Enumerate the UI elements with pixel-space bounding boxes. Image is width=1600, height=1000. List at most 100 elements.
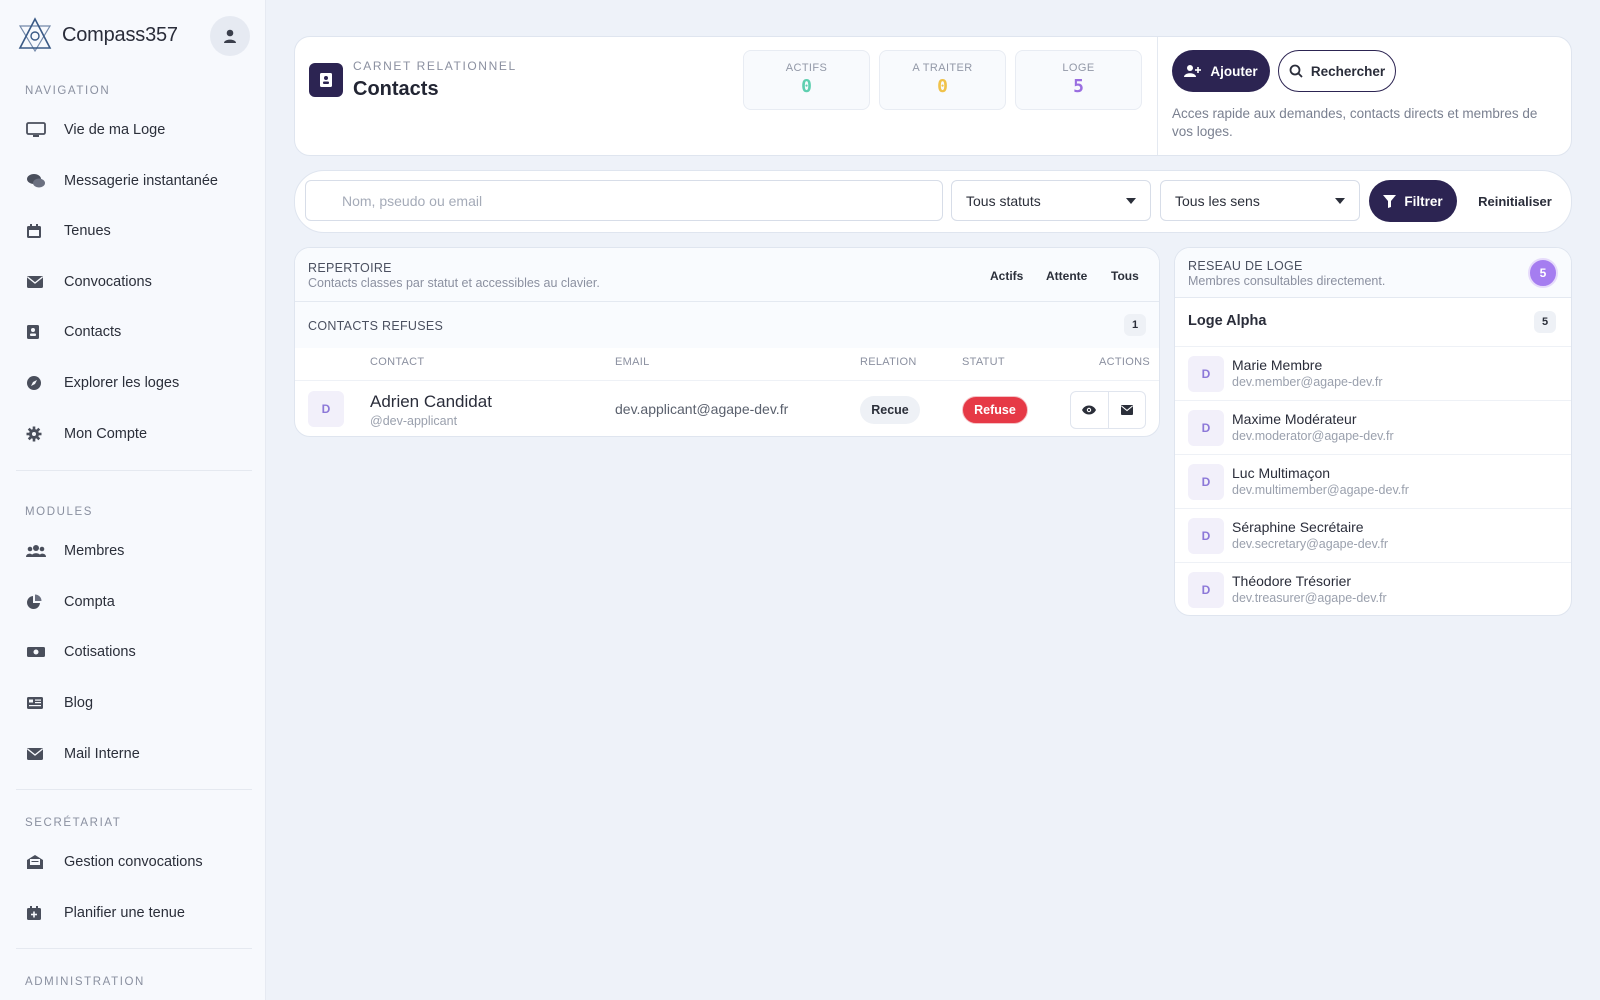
tab-attente[interactable]: Attente [1046, 269, 1087, 283]
direction-select[interactable]: Tous les sens [1160, 180, 1360, 221]
view-button[interactable] [1071, 392, 1108, 428]
address-book-icon [22, 321, 52, 343]
nav-item-explorer-loges[interactable]: Explorer les loges [22, 366, 248, 400]
stat-a-traiter: A TRAITER 0 [879, 50, 1006, 110]
lodge-header: Loge Alpha 5 [1175, 298, 1571, 346]
header-description: Acces rapide aux demandes, contacts dire… [1172, 106, 1538, 139]
filter-button[interactable]: Filtrer [1369, 180, 1457, 222]
header-actions: Ajouter Rechercher Acces rapide aux dema… [1157, 37, 1571, 155]
table-row: D Adrien Candidat @dev-applicant dev.app… [295, 380, 1159, 436]
member-email: dev.secretary@agape-dev.fr [1232, 537, 1389, 551]
member-name: Séraphine Secrétaire [1232, 519, 1364, 535]
tab-tous[interactable]: Tous [1111, 269, 1139, 283]
list-item[interactable]: D Marie Membre dev.member@agape-dev.fr [1175, 346, 1571, 400]
nav-label: Mon Compte [64, 426, 148, 442]
nav-item-mon-compte[interactable]: Mon Compte [22, 417, 248, 451]
compass-logo-icon [16, 16, 54, 54]
gear-icon [22, 423, 52, 445]
nav-label: Gestion convocations [64, 854, 203, 870]
nav-item-tenues[interactable]: Tenues [22, 214, 248, 248]
member-name: Théodore Trésorier [1232, 573, 1352, 589]
contact-name: Adrien Candidat [370, 392, 492, 411]
reseau-title: RESEAU DE LOGE [1188, 259, 1303, 273]
envelope-icon [22, 743, 52, 765]
nav-item-planifier-tenue[interactable]: Planifier une tenue [22, 896, 248, 930]
repertoire-card: REPERTOIRE Contacts classes par statut e… [294, 247, 1160, 437]
nav-item-convocations[interactable]: Convocations [22, 265, 248, 299]
list-item[interactable]: D Luc Multimaçon dev.multimember@agape-d… [1175, 454, 1571, 508]
calendar-icon [22, 220, 52, 242]
contact-email: dev.applicant@agape-dev.fr [615, 401, 789, 417]
add-contact-button[interactable]: Ajouter [1172, 50, 1270, 92]
search-input[interactable] [305, 180, 943, 221]
calendar-plus-icon [22, 902, 52, 924]
reseau-subtitle: Membres consultables directement. [1188, 274, 1386, 288]
nav-item-gestion-convocations[interactable]: Gestion convocations [22, 845, 248, 879]
nav-item-mail-interne[interactable]: Mail Interne [22, 737, 248, 771]
stat-label: ACTIFS [785, 62, 828, 74]
filter-button-label: Filtrer [1404, 193, 1443, 209]
list-item[interactable]: D Théodore Trésorier dev.treasurer@agape… [1175, 562, 1571, 615]
nav-label: Contacts [64, 324, 122, 340]
avatar: D [1188, 518, 1224, 554]
lodge-name: Loge Alpha [1188, 313, 1267, 329]
nav-item-cotisations[interactable]: Cotisations [22, 635, 248, 669]
avatar: D [308, 391, 344, 427]
caret-down-icon [1126, 198, 1136, 204]
nav-label: Vie de ma Loge [64, 122, 166, 138]
list-item[interactable]: D Maxime Modérateur dev.moderator@agape-… [1175, 400, 1571, 454]
profile-button[interactable] [210, 16, 250, 56]
message-button[interactable] [1107, 392, 1145, 428]
header-left: CARNET RELATIONNEL Contacts ACTIFS 0 A T… [295, 37, 1157, 155]
tab-actifs[interactable]: Actifs [990, 269, 1023, 283]
row-actions [1070, 391, 1146, 429]
member-name: Maxime Modérateur [1232, 411, 1357, 427]
envelope-icon [1120, 405, 1133, 415]
nav-label: Blog [64, 695, 94, 711]
repertoire-title: REPERTOIRE [308, 261, 392, 275]
nav-item-vie-de-ma-loge[interactable]: Vie de ma Loge [22, 113, 248, 147]
nav-item-membres[interactable]: Membres [22, 534, 248, 568]
column-header-statut: STATUT [962, 356, 1005, 368]
stat-value: 5 [1073, 76, 1084, 97]
stat-value: 0 [801, 76, 812, 97]
nav-item-contacts[interactable]: Contacts [22, 315, 248, 349]
chat-icon [22, 170, 52, 192]
address-book-icon [309, 63, 343, 97]
caret-down-icon [1335, 198, 1345, 204]
compass-icon [22, 372, 52, 394]
search-contact-button[interactable]: Rechercher [1278, 50, 1396, 92]
avatar: D [1188, 572, 1224, 608]
divider [16, 789, 252, 790]
reseau-card: RESEAU DE LOGE Membres consultables dire… [1174, 247, 1572, 616]
nav-item-blog[interactable]: Blog [22, 686, 248, 720]
brand: Compass357 [16, 16, 250, 56]
section-title-secretariat: SECRÉTARIAT [25, 817, 122, 829]
reset-button[interactable]: Reinitialiser [1469, 180, 1561, 222]
section-title-administration: ADMINISTRATION [25, 976, 145, 988]
section-title-navigation: NAVIGATION [25, 85, 111, 97]
column-header-actions: ACTIONS [1099, 356, 1150, 368]
nav-label: Convocations [64, 274, 152, 290]
status-badge: Refuse [962, 396, 1028, 424]
stat-label: LOGE [1062, 62, 1095, 74]
newspaper-icon [22, 692, 52, 714]
pie-chart-icon [22, 591, 52, 613]
user-icon [224, 29, 236, 43]
list-item[interactable]: D Séraphine Secrétaire dev.secretary@aga… [1175, 508, 1571, 562]
sidebar: Compass357 NAVIGATION Vie de ma Loge Mes… [0, 0, 266, 1000]
member-name: Marie Membre [1232, 357, 1323, 373]
nav-item-messagerie[interactable]: Messagerie instantanée [22, 164, 248, 198]
avatar: D [1188, 410, 1224, 446]
status-select[interactable]: Tous statuts [951, 180, 1151, 221]
column-header-email: EMAIL [615, 356, 650, 368]
eye-icon [1082, 405, 1097, 415]
nav-item-compta[interactable]: Compta [22, 585, 248, 619]
avatar: D [1188, 464, 1224, 500]
monitor-icon [22, 119, 52, 141]
search-icon [1289, 64, 1303, 78]
stat-actifs: ACTIFS 0 [743, 50, 870, 110]
nav-label: Tenues [64, 223, 111, 239]
member-email: dev.treasurer@agape-dev.fr [1232, 591, 1387, 605]
group-count-badge: 1 [1124, 314, 1146, 336]
